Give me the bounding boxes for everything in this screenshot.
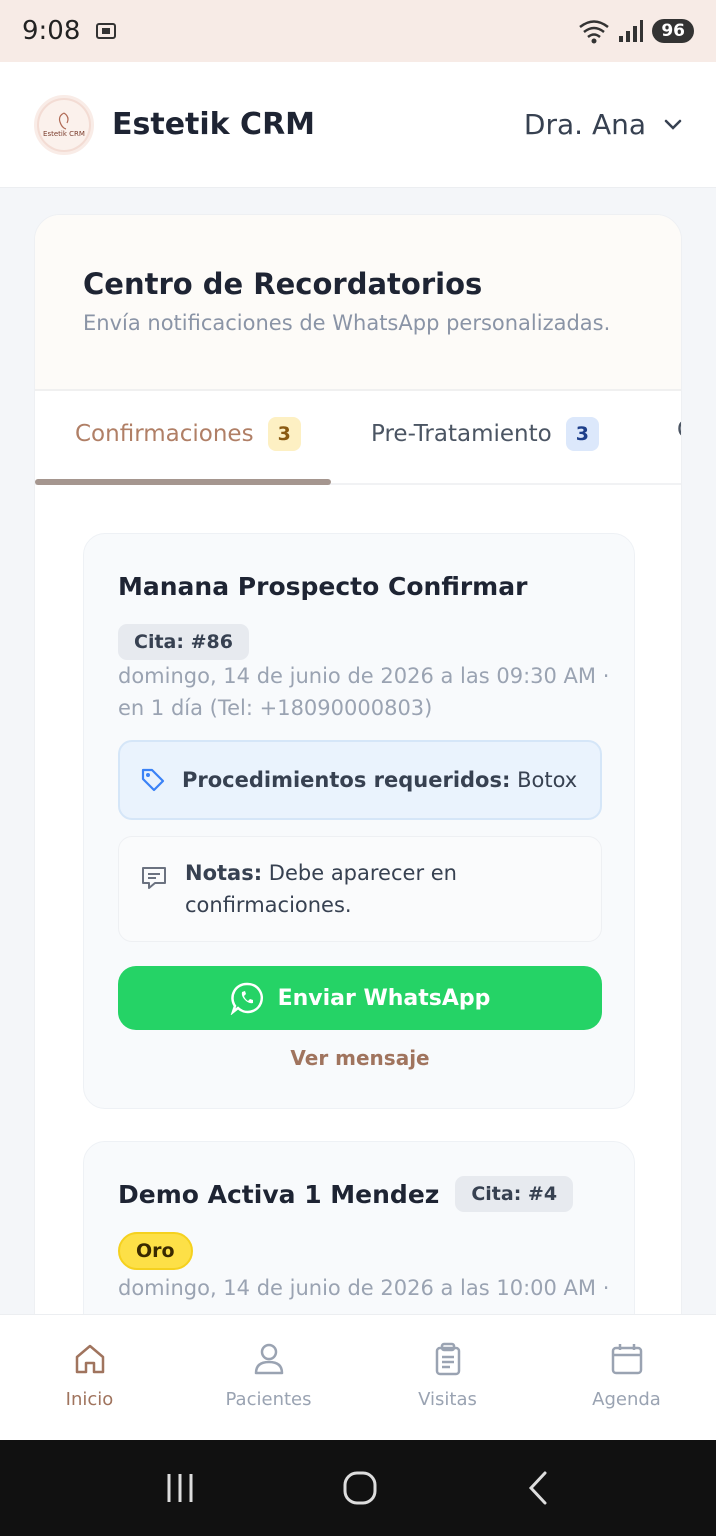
user-name: Dra. Ana bbox=[523, 108, 646, 141]
active-tab-indicator bbox=[35, 479, 331, 485]
screenshot-icon bbox=[96, 23, 117, 39]
app-logo[interactable]: Estetik CRM bbox=[34, 94, 94, 155]
wifi-icon bbox=[579, 20, 610, 44]
tab-label: C bbox=[677, 417, 681, 443]
tag-icon bbox=[141, 768, 165, 792]
nav-inicio[interactable]: Inicio bbox=[0, 1315, 179, 1440]
face-logo-icon bbox=[58, 111, 69, 130]
status-bar: 9:08 96 bbox=[0, 0, 716, 62]
recent-apps-icon[interactable] bbox=[163, 1471, 197, 1505]
view-message-link[interactable]: Ver mensaje bbox=[118, 1046, 602, 1070]
page-subtitle: Envía notificaciones de WhatsApp persona… bbox=[83, 311, 611, 335]
tab-count-badge: 3 bbox=[565, 417, 599, 451]
procedures-box: Procedimientos requeridos: Botox bbox=[118, 740, 602, 820]
loyalty-level-badge: Oro bbox=[118, 1232, 193, 1270]
battery-indicator: 96 bbox=[652, 19, 694, 43]
item-title-row: Demo Activa 1 Mendez Cita: #4 bbox=[118, 1176, 574, 1212]
chevron-down-icon bbox=[664, 119, 682, 130]
whatsapp-icon bbox=[230, 982, 263, 1015]
app-title: Estetik CRM bbox=[112, 107, 316, 142]
appointment-date: domingo, 14 de junio de 2026 a las 10:00… bbox=[118, 1276, 610, 1300]
nav-agenda[interactable]: Agenda bbox=[537, 1315, 716, 1440]
nav-label: Visitas bbox=[418, 1389, 477, 1410]
user-menu[interactable]: Dra. Ana bbox=[524, 108, 682, 141]
tab-third[interactable]: C bbox=[677, 417, 681, 443]
home-button-icon[interactable] bbox=[342, 1470, 378, 1506]
tab-bar: Confirmaciones 3 Pre-Tratamiento 3 C bbox=[35, 391, 681, 485]
comment-icon bbox=[142, 867, 166, 889]
tab-label: Pre-Tratamiento bbox=[371, 421, 552, 447]
send-whatsapp-button[interactable]: Enviar WhatsApp bbox=[118, 966, 602, 1030]
notes-label: Notas: bbox=[185, 861, 263, 885]
tab-count-badge: 3 bbox=[267, 417, 301, 451]
tab-pre-tratamiento[interactable]: Pre-Tratamiento 3 bbox=[371, 417, 599, 451]
nav-pacientes[interactable]: Pacientes bbox=[179, 1315, 358, 1440]
reminders-card: Centro de Recordatorios Envía notificaci… bbox=[34, 214, 682, 1344]
send-whatsapp-label: Enviar WhatsApp bbox=[277, 985, 491, 1011]
logo-text: Estetik CRM bbox=[43, 129, 85, 138]
tab-label: Confirmaciones bbox=[75, 421, 254, 447]
tab-confirmaciones[interactable]: Confirmaciones 3 bbox=[75, 417, 301, 451]
bottom-nav: Inicio Pacientes Visitas Agenda bbox=[0, 1314, 716, 1440]
appointment-date: domingo, 14 de junio de 2026 a las 09:30… bbox=[118, 660, 618, 724]
nav-label: Pacientes bbox=[225, 1389, 312, 1410]
status-time: 9:08 bbox=[22, 16, 81, 46]
nav-label: Inicio bbox=[65, 1389, 114, 1410]
calendar-icon bbox=[611, 1344, 642, 1375]
patient-name: Demo Activa 1 Mendez bbox=[118, 1179, 440, 1209]
app-header: Estetik CRM Estetik CRM Dra. Ana bbox=[0, 62, 716, 188]
procedures-label: Procedimientos requeridos: bbox=[182, 768, 511, 792]
signal-icon bbox=[619, 20, 644, 42]
procedures-value: Botox bbox=[517, 768, 578, 792]
date-line: domingo, 14 de junio de 2026 a las 09:30… bbox=[118, 664, 610, 688]
system-nav-bar bbox=[0, 1440, 716, 1536]
appointment-chip: Cita: #4 bbox=[455, 1176, 574, 1212]
nav-visitas[interactable]: Visitas bbox=[358, 1315, 537, 1440]
user-icon bbox=[254, 1343, 283, 1375]
home-icon bbox=[75, 1344, 104, 1374]
back-icon[interactable] bbox=[523, 1470, 553, 1506]
appointment-chip: Cita: #86 bbox=[118, 624, 249, 660]
nav-label: Agenda bbox=[592, 1389, 661, 1410]
notes-text: Notas: Debe aparecer en confirmaciones. bbox=[185, 857, 581, 921]
clipboard-icon bbox=[435, 1342, 460, 1376]
date-line: en 1 día (Tel: +18090000803) bbox=[118, 696, 433, 720]
reminder-item: Manana Prospecto Confirmar Cita: #86 dom… bbox=[83, 533, 635, 1109]
procedures-text: Procedimientos requeridos: Botox bbox=[182, 768, 577, 792]
page-title: Centro de Recordatorios bbox=[83, 267, 483, 301]
notes-box: Notas: Debe aparecer en confirmaciones. bbox=[118, 836, 602, 942]
reminders-header: Centro de Recordatorios Envía notificaci… bbox=[35, 215, 681, 391]
patient-name: Manana Prospecto Confirmar bbox=[118, 572, 528, 601]
